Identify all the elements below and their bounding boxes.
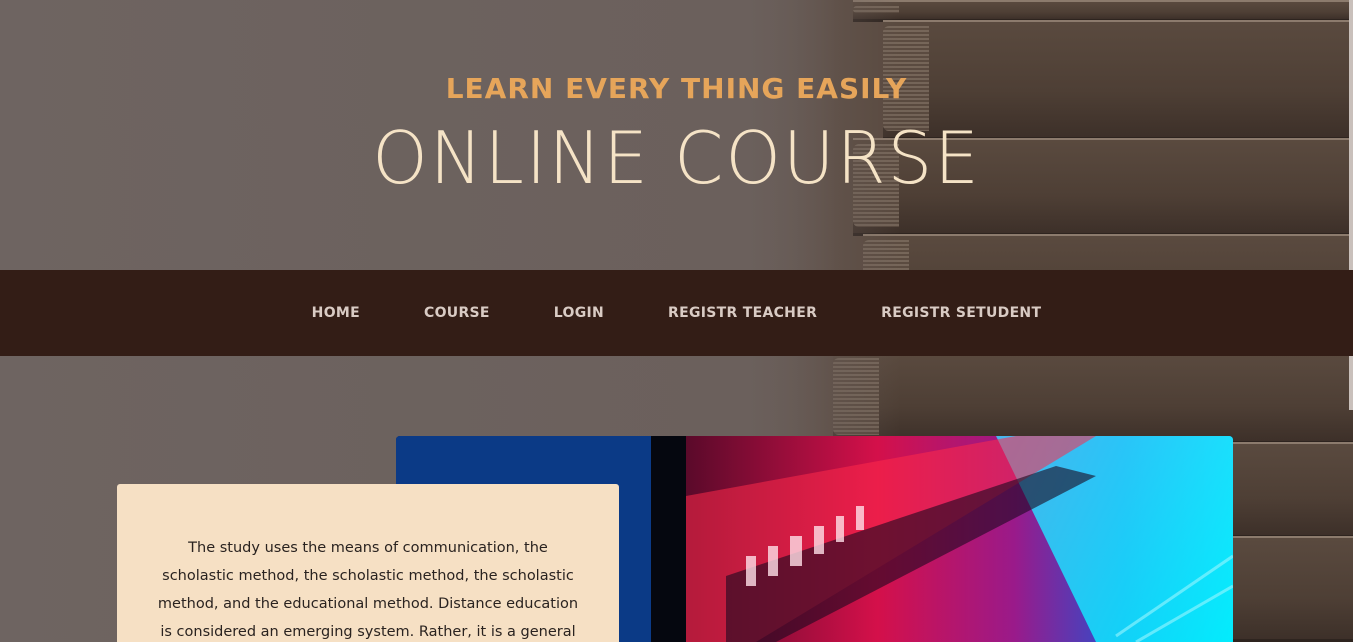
nav-home-link[interactable]: HOME [312,305,360,321]
nav-register-student-link[interactable]: REGISTR SETUDENT [881,305,1041,321]
intro-card: The study uses the means of communicatio… [117,484,619,642]
main-navbar: HOME COURSE LOGIN REGISTR TEACHER REGIST… [0,270,1353,356]
nav-login-link[interactable]: LOGIN [554,305,604,321]
hero-title: ONLINE COURSE [372,116,981,200]
intro-text: The study uses the means of communicatio… [157,540,579,640]
hero-subtitle: LEARN EVERY THING EASILY [445,72,908,105]
nav-course-link[interactable]: COURSE [424,305,490,321]
nav-register-teacher-link[interactable]: REGISTR TEACHER [668,305,817,321]
